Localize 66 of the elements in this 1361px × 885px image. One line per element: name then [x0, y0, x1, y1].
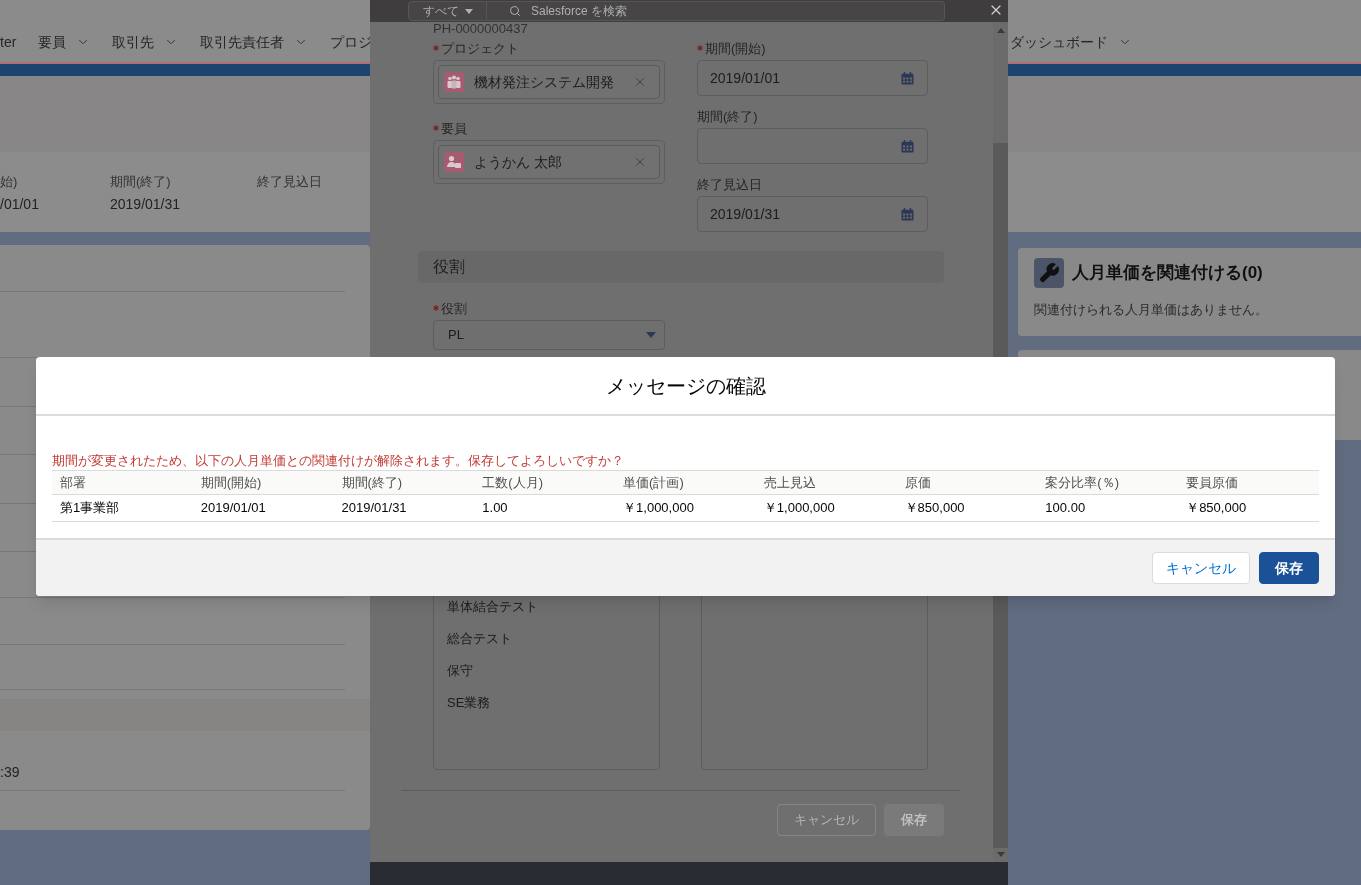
nav-item[interactable]: 要員 — [38, 32, 91, 52]
table-cell: ￥1,000,000 — [755, 494, 897, 522]
field-label: 期間(開始) — [705, 41, 766, 57]
wrench-icon — [1034, 258, 1064, 288]
nav-item[interactable]: ダッシュボード — [1010, 32, 1132, 52]
empty-message: 関連付けられる人月単価はありません。 — [1034, 302, 1268, 318]
scroll-up-icon[interactable] — [996, 28, 1005, 33]
cancel-button[interactable]: キャンセル — [1152, 552, 1250, 584]
nav-item[interactable]: プロジ — [330, 32, 373, 52]
date-field[interactable] — [697, 128, 928, 164]
date-field[interactable]: 2019/01/01 — [697, 60, 928, 96]
table-cell: ￥1,000,000 — [615, 494, 756, 522]
search-scope-dropdown[interactable]: すべて — [408, 1, 487, 21]
column-header: 部署 — [52, 470, 193, 495]
search-icon — [509, 5, 521, 17]
search-field[interactable]: Salesforce を検索 — [487, 1, 945, 21]
section-header: 役割 — [418, 251, 944, 283]
calendar-icon[interactable] — [901, 71, 914, 85]
field-value: 2019/01/31 — [110, 195, 181, 213]
group-icon — [444, 72, 464, 92]
caret-icon — [646, 332, 656, 338]
field-label: 要員 — [441, 121, 467, 137]
column-header: 期間(開始) — [192, 470, 334, 495]
column-header: 原価 — [896, 470, 1038, 495]
calendar-icon[interactable] — [901, 207, 914, 221]
table-cell: ￥850,000 — [896, 494, 1038, 522]
field-label: 始) — [0, 174, 18, 190]
dialog-title: メッセージの確認 — [605, 373, 766, 399]
nav-item[interactable]: 取引先 — [112, 32, 179, 52]
calendar-icon[interactable] — [901, 139, 914, 153]
card-title: 人月単価を関連付ける(0) — [1072, 262, 1263, 284]
listbox-option[interactable]: 保守 — [434, 655, 659, 687]
table-cell: 2019/01/31 — [333, 494, 475, 522]
field-label: 役割 — [441, 301, 467, 317]
field-value: /01/01 — [0, 195, 39, 213]
date-field[interactable]: 2019/01/31 — [697, 196, 928, 232]
remove-icon[interactable] — [633, 75, 647, 89]
field-value: :39 — [0, 763, 20, 781]
remove-icon[interactable] — [633, 155, 647, 169]
field-label: プロジェクト — [441, 41, 519, 57]
caret-icon — [464, 8, 473, 14]
table-cell: 100.00 — [1037, 494, 1179, 522]
select-field[interactable]: PL — [433, 320, 665, 350]
table-cell: ￥850,000 — [1178, 494, 1319, 522]
nav-item[interactable]: 取引先責任者 — [200, 32, 309, 52]
save-button[interactable]: 保存 — [1259, 552, 1319, 584]
table-cell: 2019/01/01 — [192, 494, 334, 522]
column-header: 期間(終了) — [333, 470, 475, 495]
listbox-option[interactable]: 総合テスト — [434, 623, 659, 655]
field-label: 終了見込日 — [257, 174, 322, 190]
field-label: 期間(終了) — [110, 174, 171, 190]
field-label: 終了見込日 — [697, 177, 762, 193]
table-cell: 1.00 — [474, 494, 616, 522]
record-number: PH-0000000437 — [433, 22, 528, 36]
contact-card-icon — [444, 152, 464, 172]
column-header: 要員原価 — [1178, 470, 1319, 495]
column-header: 案分比率(％) — [1037, 470, 1179, 495]
warning-message: 期間が変更されたため、以下の人月単価との関連付けが解除されます。保存してよろしいですか？ — [52, 452, 624, 469]
column-header: 売上見込 — [755, 470, 897, 495]
table-cell: 第1事業部 — [52, 494, 193, 522]
listbox-option[interactable]: SE業務 — [434, 687, 659, 719]
column-header: 工数(人月) — [474, 470, 616, 495]
nav-item[interactable]: ter — [0, 32, 17, 52]
column-header: 単価(計画) — [615, 470, 756, 495]
field-label: 期間(終了) — [697, 109, 758, 125]
scroll-down-icon[interactable] — [996, 852, 1005, 857]
